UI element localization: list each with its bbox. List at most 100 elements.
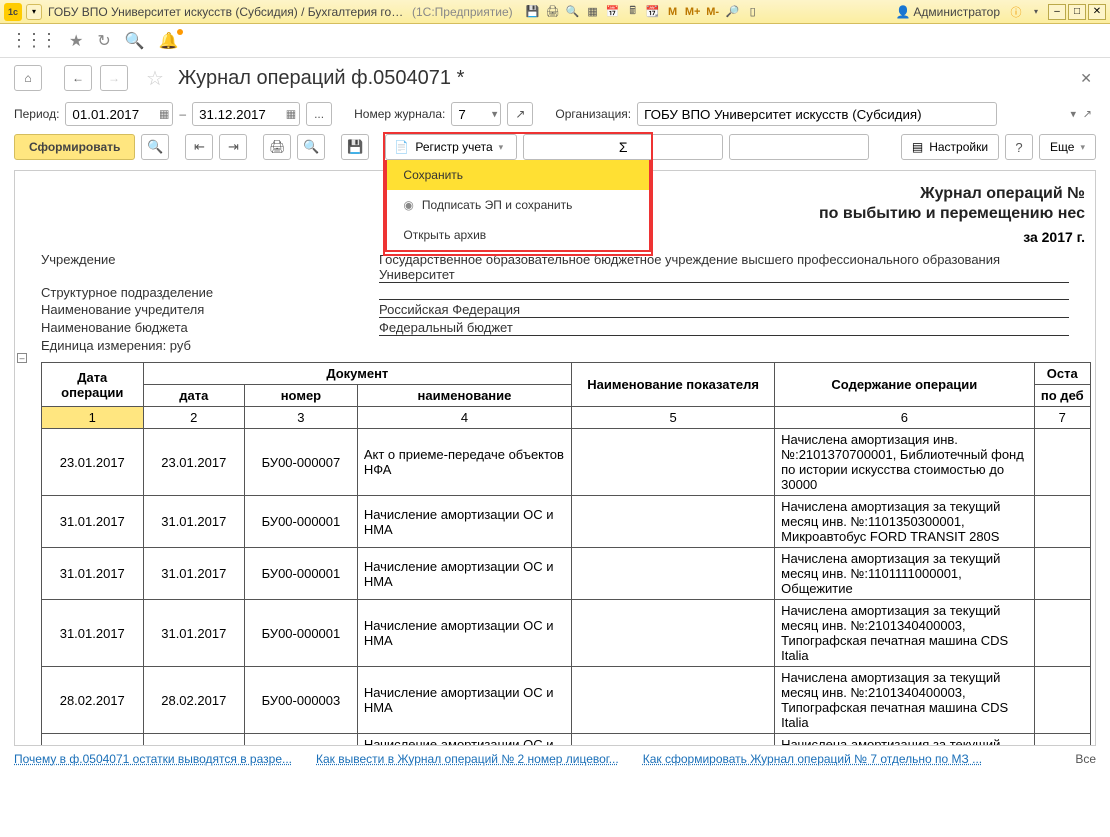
print-icon[interactable]: 🖨 [544, 3, 562, 21]
user-icon: 👤 [895, 5, 910, 19]
preview-button[interactable]: 🔍 [297, 134, 325, 160]
cell-op-date: 31.01.2017 [42, 548, 144, 600]
filter-bar: Период: ▦ – ▦ ... Номер журнала: ▾ ↗ Орг… [0, 98, 1110, 130]
history-icon[interactable]: ↻ [97, 31, 110, 51]
more-label: Еще [1050, 140, 1074, 154]
table-row[interactable]: 23.01.2017 23.01.2017 БУ00-000007 Акт о … [42, 429, 1091, 496]
memory-m-icon[interactable]: M [664, 3, 682, 21]
info-dd-icon[interactable]: ▾ [1027, 3, 1045, 21]
cell-debit [1034, 667, 1090, 734]
report-viewport[interactable]: Журнал операций № по выбытию и перемещен… [14, 170, 1096, 746]
memory-mminus-icon[interactable]: M- [704, 3, 722, 21]
app-logo: 1c [4, 3, 22, 21]
org-input[interactable] [637, 102, 997, 126]
cell-indicator [572, 600, 775, 667]
close-tab-button[interactable]: ✕ [1076, 66, 1096, 91]
user-name: Администратор [913, 5, 1000, 19]
th-debit: по деб [1034, 385, 1090, 407]
table-icon[interactable]: ▦ [584, 3, 602, 21]
th-op-date: Дата операции [42, 363, 144, 407]
cell-debit [1034, 429, 1090, 496]
save-report-button[interactable]: 💾 [341, 134, 369, 160]
colnum: 2 [143, 407, 245, 429]
help-link[interactable]: Как сформировать Журнал операций № 7 отд… [643, 752, 982, 766]
close-button[interactable]: ✕ [1088, 4, 1106, 20]
more-button[interactable]: Еще ▾ [1039, 134, 1096, 160]
journal-open-button[interactable]: ↗ [507, 102, 533, 126]
all-links-button[interactable]: Все [1075, 752, 1096, 766]
back-button[interactable]: ← [64, 65, 92, 91]
info-icon[interactable]: ⓘ [1007, 3, 1025, 21]
chevron-down-icon[interactable]: ▾ [1070, 108, 1076, 121]
sum-input[interactable] [729, 134, 869, 160]
preview-icon[interactable]: 🔍 [564, 3, 582, 21]
maximize-button[interactable]: □ [1068, 4, 1086, 20]
table-row[interactable]: 31.01.2017 31.01.2017 БУ00-000001 Начисл… [42, 496, 1091, 548]
calc-icon[interactable]: 🖩 [624, 3, 642, 21]
search-button[interactable]: 🔍 [141, 134, 169, 160]
minimize-button[interactable]: – [1048, 4, 1066, 20]
help-button[interactable]: ? [1005, 134, 1033, 160]
app-menu-dropdown[interactable]: ▾ [26, 4, 42, 20]
help-link[interactable]: Почему в ф.0504071 остатки выводятся в р… [14, 752, 292, 766]
period-picker-button[interactable]: ... [306, 102, 332, 126]
print-button[interactable]: 🖨 [263, 134, 291, 160]
zoom-icon[interactable]: 🔎 [724, 3, 742, 21]
settings-icon: ▤ [912, 140, 923, 154]
dropdown-item-save[interactable]: Сохранить [387, 160, 649, 190]
open-ref-icon[interactable]: ↗ [1083, 108, 1092, 121]
help-link[interactable]: Как вывести в Журнал операций № 2 номер … [316, 752, 619, 766]
panel-icon[interactable]: ▯ [744, 3, 762, 21]
collapse-toggle[interactable]: – [17, 353, 27, 363]
sign-icon: ◉ [403, 198, 413, 212]
page-title: Журнал операций ф.0504071 * [178, 67, 464, 90]
chevron-down-icon[interactable]: ▾ [492, 108, 498, 121]
cell-op-date: 28.02.2017 [42, 734, 144, 747]
info-label: Учреждение [41, 252, 379, 283]
sum-button[interactable]: Σ [523, 134, 722, 160]
favorite-icon[interactable]: ★ [69, 31, 83, 51]
table-row[interactable]: 31.01.2017 31.01.2017 БУ00-000001 Начисл… [42, 548, 1091, 600]
registry-button[interactable]: 📄 Регистр учета ▾ [385, 134, 517, 160]
date-icon[interactable]: 📅 [604, 3, 622, 21]
dropdown-item-archive[interactable]: Открыть архив [387, 220, 649, 250]
info-value [379, 285, 1069, 300]
apps-icon[interactable]: ⋮⋮⋮ [10, 30, 55, 51]
cell-doc-date: 28.02.2017 [143, 667, 245, 734]
cell-doc-num: БУ00-000001 [245, 600, 358, 667]
table-row[interactable]: 31.01.2017 31.01.2017 БУ00-000001 Начисл… [42, 600, 1091, 667]
current-user[interactable]: 👤 Администратор [895, 5, 1000, 19]
save-icon[interactable]: 💾 [524, 3, 542, 21]
cell-debit [1034, 496, 1090, 548]
cell-doc-num: БУ00-000003 [245, 667, 358, 734]
registry-label: Регистр учета [415, 140, 492, 154]
memory-mplus-icon[interactable]: M+ [684, 3, 702, 21]
table-row[interactable]: 28.02.2017 28.02.2017 БУ00-000002 Начисл… [42, 734, 1091, 747]
star-icon[interactable]: ☆ [146, 66, 164, 91]
settings-button[interactable]: ▤ Настройки [901, 134, 999, 160]
calendar-icon[interactable]: ▦ [159, 108, 169, 121]
date-from-input[interactable] [65, 102, 173, 126]
date-to-input[interactable] [192, 102, 300, 126]
quick-access-bar: ⋮⋮⋮ ★ ↻ 🔍 🔔 [0, 24, 1110, 58]
cell-indicator [572, 496, 775, 548]
search-icon[interactable]: 🔍 [125, 31, 145, 51]
th-doc: Документ [143, 363, 572, 385]
form-button[interactable]: Сформировать [14, 134, 135, 160]
expand-all-button[interactable]: ⇥ [219, 134, 247, 160]
calendar2-icon[interactable]: 📆 [644, 3, 662, 21]
bell-icon[interactable]: 🔔 [159, 31, 179, 51]
cell-content: Начислена амортизация за текущий месяц и… [775, 734, 1034, 747]
dropdown-item-sign[interactable]: ◉ Подписать ЭП и сохранить [387, 190, 649, 220]
dropdown-label: Сохранить [403, 168, 463, 182]
registry-dropdown-menu: Сохранить ◉ Подписать ЭП и сохранить Отк… [385, 160, 651, 252]
forward-button[interactable]: → [100, 65, 128, 91]
home-button[interactable]: ⌂ [14, 65, 42, 91]
cell-doc-name: Начисление амортизации ОС и НМА [357, 600, 571, 667]
calendar-icon[interactable]: ▦ [286, 108, 296, 121]
info-label: Наименование учредителя [41, 302, 379, 318]
table-row[interactable]: 28.02.2017 28.02.2017 БУ00-000003 Начисл… [42, 667, 1091, 734]
cell-doc-num: БУ00-000002 [245, 734, 358, 747]
collapse-all-button[interactable]: ⇤ [185, 134, 213, 160]
cell-content: Начислена амортизация за текущий месяц и… [775, 548, 1034, 600]
